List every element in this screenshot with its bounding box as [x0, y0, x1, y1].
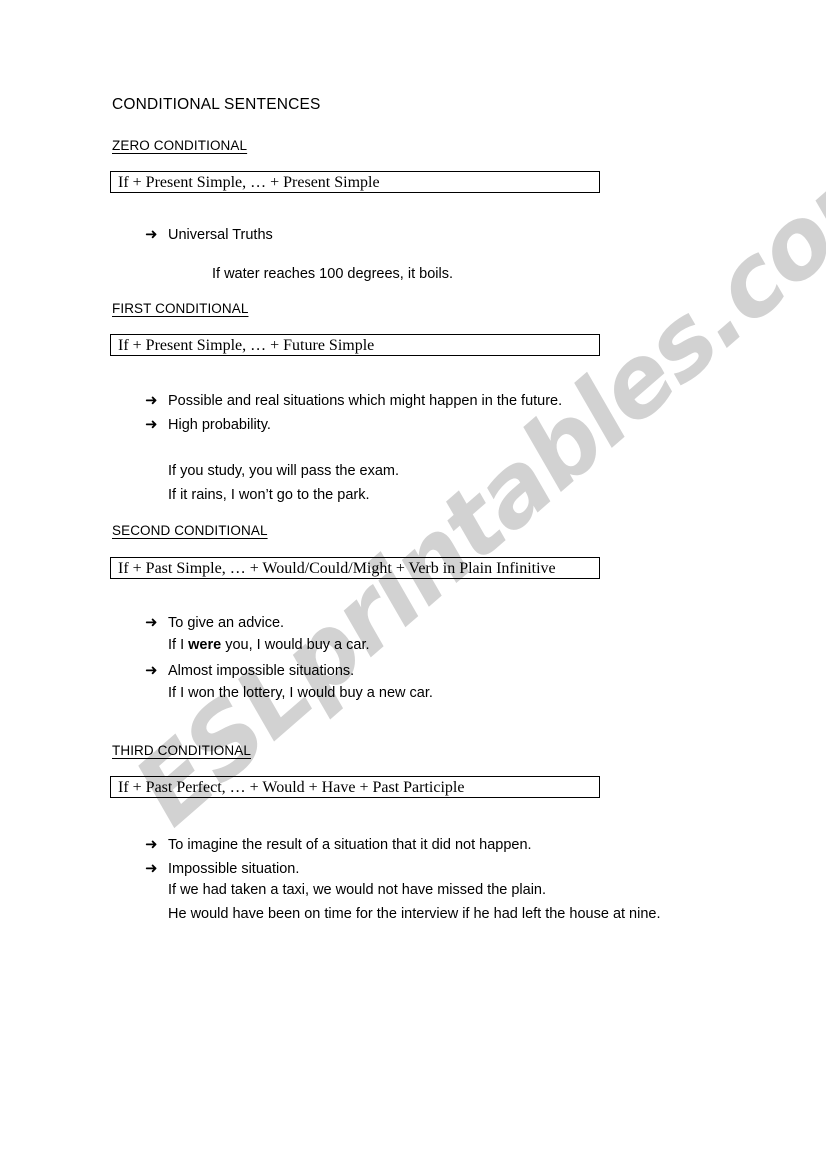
bullet-arrow-icon: ➜: [145, 661, 158, 679]
bullet-first-1: ➜ High probability.: [145, 415, 271, 433]
bullet-label: Almost impossible situations.: [168, 663, 355, 679]
bullet-second-1: ➜ Almost impossible situations.: [145, 661, 354, 679]
formula-box-first-conditional: If + Present Simple, … + Future Simple: [110, 334, 600, 356]
section-heading-third-conditional: THIRD CONDITIONAL: [112, 743, 251, 758]
bullet-arrow-icon: ➜: [145, 835, 158, 853]
bullet-arrow-icon: ➜: [145, 415, 158, 433]
bullet-label: High probability.: [168, 417, 271, 433]
formula-box-zero-conditional: If + Present Simple, … + Present Simple: [110, 171, 600, 193]
example-zero-0: If water reaches 100 degrees, it boils.: [212, 266, 453, 282]
formula-text-second-conditional: If + Past Simple, … + Would/Could/Might …: [118, 560, 556, 577]
bullet-label: To give an advice.: [168, 615, 285, 631]
example-second-0: If I were you, I would buy a car.: [168, 637, 370, 653]
bullet-third-0: ➜ To imagine the result of a situation th…: [145, 835, 532, 853]
bullet-arrow-icon: ➜: [145, 613, 158, 631]
bullet-label: Universal Truths: [168, 227, 273, 243]
bullet-first-0: ➜ Possible and real situations which migh…: [145, 391, 562, 409]
bullet-arrow-icon: ➜: [145, 225, 158, 243]
formula-text-third-conditional: If + Past Perfect, … + Would + Have + Pa…: [118, 779, 465, 796]
example-first-1: If it rains, I won’t go to the park.: [168, 487, 370, 503]
bullet-second-0: ➜ To give an advice.: [145, 613, 284, 631]
formula-box-third-conditional: If + Past Perfect, … + Would + Have + Pa…: [110, 776, 600, 798]
document-content: CONDITIONAL SENTENCES ZERO CONDITIONAL I…: [0, 0, 826, 1169]
bullet-zero-0: ➜ Universal Truths: [145, 225, 273, 243]
page-title: CONDITIONAL SENTENCES: [112, 96, 321, 113]
formula-text-zero-conditional: If + Present Simple, … + Present Simple: [118, 174, 380, 191]
bullet-label: To imagine the result of a situation tha…: [168, 837, 532, 853]
bullet-arrow-icon: ➜: [145, 391, 158, 409]
emphasised-word: were: [188, 637, 222, 653]
bullet-third-1: ➜ Impossible situation.: [145, 859, 299, 877]
example-second-1: If I won the lottery, I would buy a new …: [168, 685, 433, 701]
example-third-0: If we had taken a taxi, we would not hav…: [168, 882, 547, 898]
bullet-arrow-icon: ➜: [145, 859, 158, 877]
worksheet-page: ESLprintables.com CONDITIONAL SENTENCES …: [0, 0, 826, 1169]
section-heading-first-conditional: FIRST CONDITIONAL: [112, 301, 249, 316]
example-first-0: If you study, you will pass the exam.: [168, 463, 400, 479]
formula-text-first-conditional: If + Present Simple, … + Future Simple: [118, 337, 375, 354]
formula-box-second-conditional: If + Past Simple, … + Would/Could/Might …: [110, 557, 600, 579]
example-third-1: He would have been on time for the inter…: [168, 906, 661, 922]
bullet-label: Possible and real situations which might…: [168, 393, 563, 409]
section-heading-second-conditional: SECOND CONDITIONAL: [112, 523, 268, 538]
section-heading-zero-conditional: ZERO CONDITIONAL: [112, 138, 248, 153]
bullet-label: Impossible situation.: [168, 861, 300, 877]
